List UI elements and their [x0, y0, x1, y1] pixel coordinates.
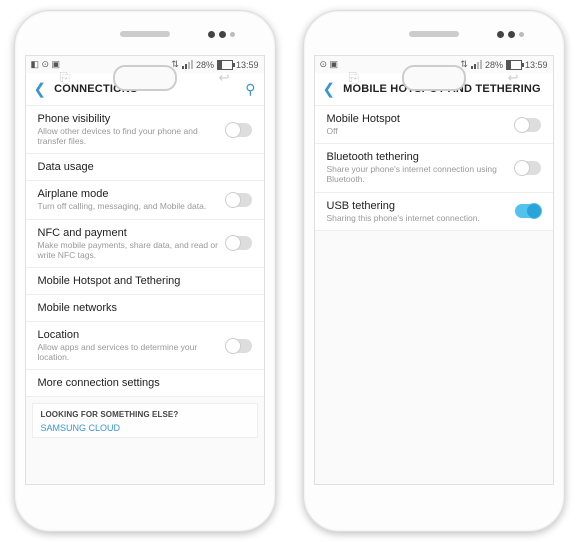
toggle-switch[interactable]: [226, 193, 252, 207]
row-subtitle: Allow apps and services to determine you…: [38, 342, 226, 362]
settings-row[interactable]: NFC and paymentMake mobile payments, sha…: [26, 220, 264, 268]
footer-card: LOOKING FOR SOMETHING ELSE? SAMSUNG CLOUD: [32, 403, 258, 438]
row-title: Mobile Hotspot: [327, 113, 515, 125]
row-title: Phone visibility: [38, 113, 226, 125]
home-button[interactable]: [402, 65, 466, 91]
row-subtitle: Share your phone's internet connection u…: [327, 164, 515, 184]
row-title: Mobile Hotspot and Tethering: [38, 275, 252, 287]
phone-bezel-bottom: ⎘ ↩: [304, 55, 564, 101]
row-subtitle: Make mobile payments, share data, and re…: [38, 240, 226, 260]
phone-bezel-top: [304, 11, 564, 55]
toggle-switch[interactable]: [515, 118, 541, 132]
toggle-switch[interactable]: [515, 161, 541, 175]
phone-bezel-bottom: ⎘ ↩: [15, 55, 275, 101]
row-subtitle: Sharing this phone's internet connection…: [327, 213, 515, 223]
toggle-switch[interactable]: [226, 236, 252, 250]
settings-row[interactable]: More connection settings: [26, 370, 264, 397]
row-subtitle: Off: [327, 126, 515, 136]
row-title: Bluetooth tethering: [327, 151, 515, 163]
settings-row[interactable]: Mobile networks: [26, 295, 264, 322]
row-title: Location: [38, 329, 226, 341]
row-title: Data usage: [38, 161, 252, 173]
settings-row[interactable]: Bluetooth tetheringShare your phone's in…: [315, 144, 553, 192]
screen-left: ◧ ⊙ ▣ ⇅ 28% 13:59 ❮ CONNECTIONS ⚲ Phone …: [25, 55, 265, 485]
recents-key[interactable]: ⎘: [349, 70, 359, 86]
settings-row[interactable]: Mobile Hotspot and Tethering: [26, 268, 264, 295]
back-key[interactable]: ↩: [219, 70, 230, 86]
row-title: Mobile networks: [38, 302, 252, 314]
row-subtitle: Turn off calling, messaging, and Mobile …: [38, 201, 226, 211]
toggle-switch[interactable]: [226, 123, 252, 137]
phone-left: ◧ ⊙ ▣ ⇅ 28% 13:59 ❮ CONNECTIONS ⚲ Phone …: [14, 10, 276, 532]
settings-row[interactable]: Airplane modeTurn off calling, messaging…: [26, 181, 264, 219]
phone-right: ⊙ ▣ ⇅ 28% 13:59 ❮ MOBILE HOTSPOT AND TET…: [303, 10, 565, 532]
toggle-switch[interactable]: [226, 339, 252, 353]
row-title: More connection settings: [38, 377, 252, 389]
toggle-switch[interactable]: [515, 204, 541, 218]
settings-list: Phone visibilityAllow other devices to f…: [26, 106, 264, 484]
settings-row[interactable]: LocationAllow apps and services to deter…: [26, 322, 264, 370]
settings-row[interactable]: USB tetheringSharing this phone's intern…: [315, 193, 553, 231]
settings-row[interactable]: Data usage: [26, 154, 264, 181]
row-title: USB tethering: [327, 200, 515, 212]
settings-row[interactable]: Mobile HotspotOff: [315, 106, 553, 144]
back-key[interactable]: ↩: [508, 70, 519, 86]
settings-list: Mobile HotspotOffBluetooth tetheringShar…: [315, 106, 553, 484]
row-title: NFC and payment: [38, 227, 226, 239]
recents-key[interactable]: ⎘: [60, 70, 70, 86]
phone-bezel-top: [15, 11, 275, 55]
footer-link[interactable]: SAMSUNG CLOUD: [41, 423, 249, 433]
screen-right: ⊙ ▣ ⇅ 28% 13:59 ❮ MOBILE HOTSPOT AND TET…: [314, 55, 554, 485]
footer-title: LOOKING FOR SOMETHING ELSE?: [41, 410, 249, 419]
row-subtitle: Allow other devices to find your phone a…: [38, 126, 226, 146]
row-title: Airplane mode: [38, 188, 226, 200]
home-button[interactable]: [113, 65, 177, 91]
settings-row[interactable]: Phone visibilityAllow other devices to f…: [26, 106, 264, 154]
